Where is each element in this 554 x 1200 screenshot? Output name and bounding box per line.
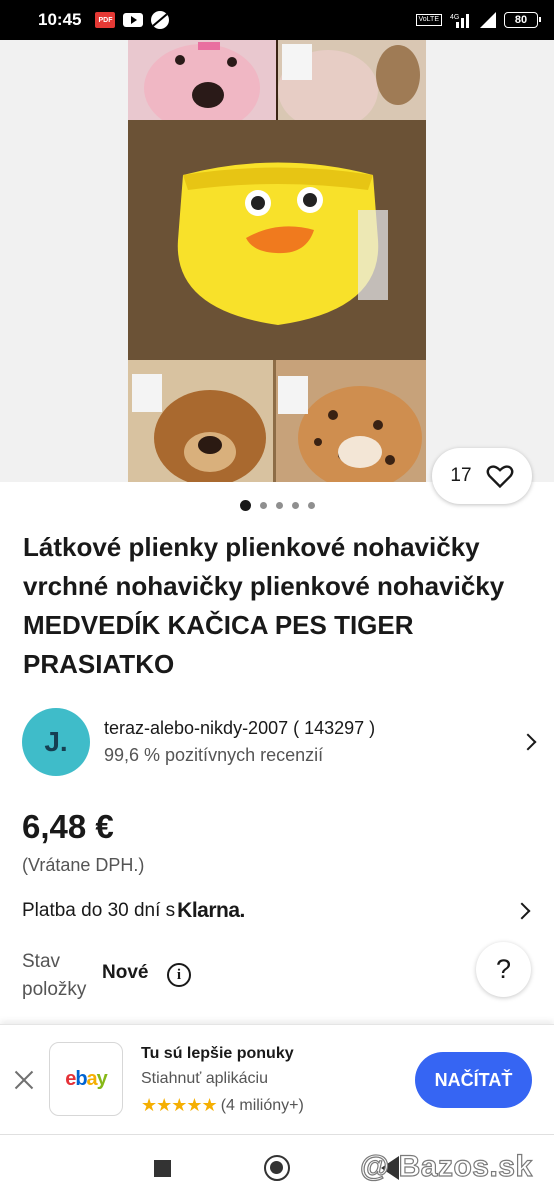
- image-gallery[interactable]: [0, 40, 554, 482]
- network-type-label: 4G: [450, 14, 459, 21]
- pdf-notification-icon: PDF: [95, 12, 116, 28]
- status-system-icons: VoLTE 4G 80: [415, 12, 541, 28]
- seller-info: teraz-alebo-nikdy-2007 ( 143297 ) 99,6 %…: [104, 715, 522, 769]
- app-rating: ★★★★★ (4 milióny+): [141, 1095, 304, 1116]
- install-app-button[interactable]: NAČÍTAŤ: [415, 1052, 532, 1108]
- signal-bar: [456, 22, 459, 28]
- pagination-dot-active[interactable]: [239, 500, 251, 511]
- pagination-dot[interactable]: [291, 502, 299, 509]
- status-time: 10:45: [38, 10, 82, 29]
- condition-value: Nové: [102, 962, 149, 983]
- vat-note: (Vrátane DPH.): [22, 855, 145, 875]
- help-button[interactable]: ?: [476, 942, 531, 997]
- product-photo[interactable]: [128, 40, 426, 482]
- payment-option-row[interactable]: Platba do 30 dní s Klarna.: [22, 894, 534, 928]
- banner-title: Tu sú lepšie ponuky: [141, 1045, 294, 1062]
- price: 6,48 €: [22, 808, 114, 845]
- signal-icon: 4G: [450, 14, 469, 28]
- rating-count: (4 milióny+): [220, 1096, 304, 1114]
- status-bar: 10:45 PDF VoLTE 4G 80: [0, 0, 554, 40]
- signal-bar: [466, 14, 469, 28]
- recent-apps-icon[interactable]: [154, 1160, 171, 1177]
- klarna-logo: Klarna.: [177, 899, 245, 922]
- seller-name: teraz-alebo-nikdy-2007 ( 143297 ): [104, 718, 376, 738]
- seller-feedback: 99,6 % pozitívnych recenzií: [104, 745, 324, 765]
- signal-icon-secondary: [480, 12, 496, 28]
- blocked-notification-icon: [151, 11, 170, 29]
- watermark: @ Bazos.sk: [359, 1149, 533, 1183]
- battery-icon: 80: [504, 12, 541, 28]
- seller-avatar: J.: [22, 708, 90, 776]
- gallery-pagination: [0, 500, 554, 511]
- home-icon[interactable]: [264, 1155, 290, 1181]
- chevron-right-icon: [513, 902, 531, 920]
- pagination-dot[interactable]: [307, 502, 315, 509]
- close-icon[interactable]: [12, 1068, 36, 1092]
- watch-button[interactable]: 17: [432, 448, 532, 504]
- chevron-right-icon: [519, 733, 537, 751]
- banner-subtitle: Stiahnuť aplikáciu: [141, 1070, 268, 1087]
- youtube-notification-icon: [123, 13, 144, 27]
- heart-icon: [486, 465, 513, 489]
- info-icon[interactable]: i: [167, 963, 191, 987]
- volte-icon: VoLTE: [415, 14, 442, 26]
- watch-count: 17: [450, 465, 472, 486]
- status-notification-icons: PDF: [95, 11, 170, 29]
- product-photo-collage: [128, 40, 426, 482]
- listing-title: Látkové plienky plienkové nohavičky vrch…: [23, 532, 505, 679]
- pagination-dot[interactable]: [259, 502, 267, 509]
- signal-bar: [461, 18, 464, 28]
- payment-text: Platba do 30 dní s: [22, 900, 176, 921]
- seller-row[interactable]: J. teraz-alebo-nikdy-2007 ( 143297 ) 99,…: [22, 708, 537, 776]
- app-screen: 10:45 PDF VoLTE 4G 80 17 Látkové plienky…: [0, 0, 554, 1200]
- pagination-dot[interactable]: [275, 502, 283, 509]
- ebay-app-logo: ebay: [49, 1042, 123, 1116]
- star-rating-icon: ★★★★★: [141, 1095, 218, 1115]
- app-install-banner: ebay Tu sú lepšie ponuky Stiahnuť apliká…: [0, 1024, 554, 1134]
- condition-label: Stav položky: [22, 951, 87, 1000]
